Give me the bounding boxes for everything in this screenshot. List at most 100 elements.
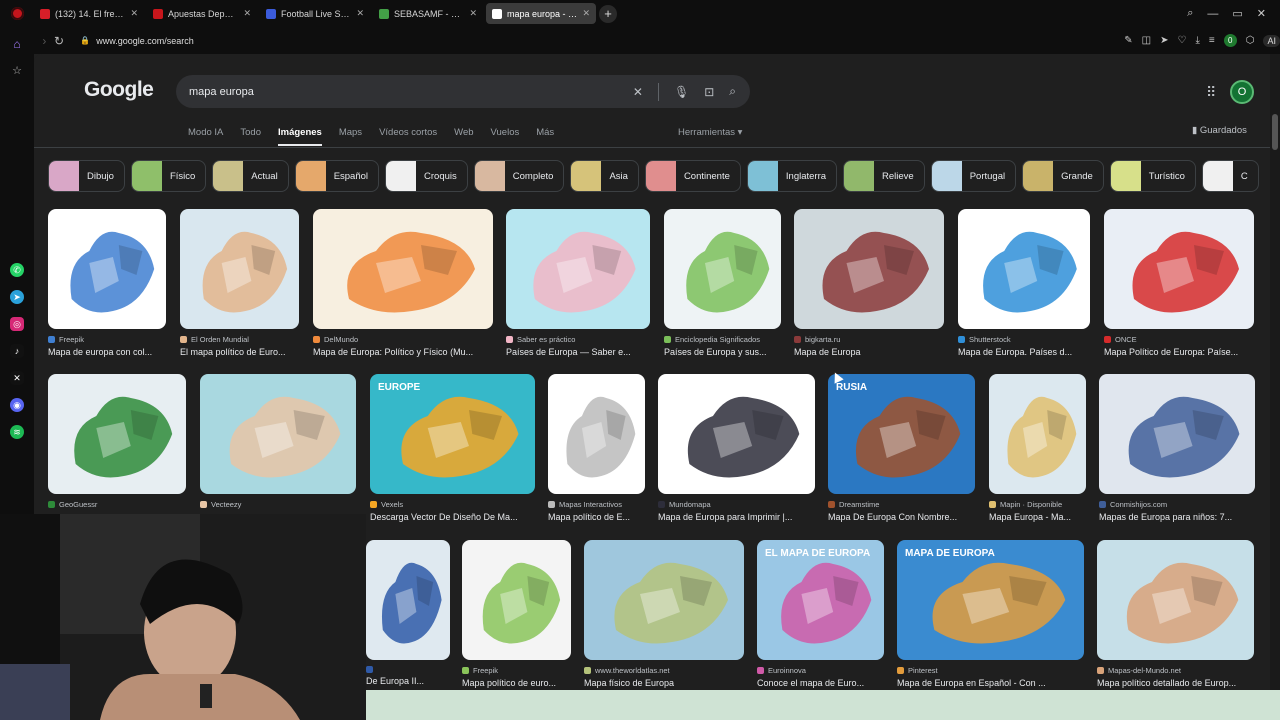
send-icon[interactable]: ➤ [1160, 35, 1168, 46]
image-result[interactable]: Mapin · Disponible Mapa Europa - Ma... [989, 374, 1086, 522]
star-icon[interactable]: ☆ [10, 63, 24, 77]
tiktok-icon[interactable]: ♪ [10, 344, 24, 358]
nav-tab[interactable]: Modo IA [188, 127, 223, 144]
result-source[interactable]: Freepik [48, 335, 166, 344]
close-window-icon[interactable]: ✕ [1257, 7, 1266, 20]
heart-icon[interactable]: ♡ [1178, 35, 1187, 46]
result-thumbnail[interactable] [584, 540, 744, 660]
image-result[interactable]: MAPA DE EUROPA Pinterest Mapa de Europa … [897, 540, 1084, 688]
image-result[interactable]: Mapas Interactivos Mapa político de E... [548, 374, 645, 522]
image-result[interactable]: www.theworldatlas.net Mapa físico de Eur… [584, 540, 744, 688]
refine-chip[interactable]: Español [294, 160, 380, 192]
x-icon[interactable]: ✕ [10, 371, 24, 385]
result-title[interactable]: Mapa Europa - Ma... [989, 512, 1086, 522]
menu-icon[interactable]: ≡ [1209, 35, 1215, 46]
new-tab-button[interactable]: + [599, 4, 617, 23]
browser-tab[interactable]: Football Live Scores, Fixtu ✕ [260, 3, 370, 24]
google-logo[interactable]: Google [84, 78, 154, 102]
ai-button[interactable]: AI [1263, 34, 1280, 47]
saved-button[interactable]: ▮ Guardados [1192, 125, 1247, 136]
result-title[interactable]: Mapa de europa con col... [48, 347, 166, 357]
result-thumbnail[interactable] [548, 374, 645, 494]
result-thumbnail[interactable]: EL MAPA DE EUROPA [757, 540, 884, 660]
result-thumbnail[interactable] [48, 374, 186, 494]
result-thumbnail[interactable] [1097, 540, 1254, 660]
image-result[interactable]: EUROPE MAP Freepik Mapa de europa con co… [48, 209, 166, 357]
refine-chip[interactable]: Portugal [930, 160, 1017, 192]
scroll-thumb[interactable] [1272, 114, 1278, 150]
refine-chip[interactable]: Inglaterra [746, 160, 838, 192]
telegram-icon[interactable]: ➤ [10, 290, 24, 304]
nav-tab[interactable]: Todo [240, 127, 261, 144]
result-thumbnail[interactable] [462, 540, 571, 660]
result-source[interactable]: www.theworldatlas.net [584, 666, 744, 675]
edit-icon[interactable]: ✎ [1124, 35, 1132, 46]
extensions-icon[interactable]: ⬡ [1246, 35, 1255, 46]
download-icon[interactable]: ⤓ [1195, 35, 1199, 46]
refine-chip[interactable]: Actual [212, 160, 289, 192]
refine-chip[interactable]: Dibujo [48, 160, 125, 192]
instagram-icon[interactable]: ◎ [10, 317, 24, 331]
result-source[interactable]: Saber es práctico [506, 335, 650, 344]
google-apps-icon[interactable]: ⠿ [1206, 84, 1216, 101]
nav-tab[interactable]: Vídeos cortos [379, 127, 437, 144]
result-title[interactable]: Países de Europa — Saber e... [506, 347, 650, 357]
result-thumbnail[interactable]: MAPA DE EUROPA [897, 540, 1084, 660]
result-source[interactable]: El Orden Mundial [180, 335, 299, 344]
search-icon[interactable]: ⌕ [729, 84, 736, 99]
nav-tab[interactable]: Imágenes [278, 127, 322, 146]
result-source[interactable]: bigkarta.ru [794, 335, 944, 344]
refine-chip[interactable]: C [1201, 160, 1259, 192]
tab-close-icon[interactable]: ✕ [130, 8, 138, 19]
home-icon[interactable]: ⌂ [10, 37, 24, 51]
voice-search-icon[interactable]: 🎙 [674, 85, 689, 99]
spotify-icon[interactable]: ≋ [10, 425, 24, 439]
discord-icon[interactable]: ◉ [10, 398, 24, 412]
result-source[interactable]: GeoGuessr [48, 500, 186, 509]
refine-chip[interactable]: Relieve [843, 160, 925, 192]
result-thumbnail[interactable] [1099, 374, 1255, 494]
nav-tab[interactable]: Vuelos [491, 127, 520, 144]
result-source[interactable]: Euroinnova [757, 666, 884, 675]
result-source[interactable]: Mapas-del-Mundo.net [1097, 666, 1254, 675]
search-box[interactable]: ✕ 🎙 ⊡ ⌕ [176, 75, 750, 108]
nav-tab[interactable]: Maps [339, 127, 362, 144]
image-result[interactable]: Freepik Mapa político de euro... [462, 540, 571, 688]
refine-chip[interactable]: Completo [473, 160, 565, 192]
lens-icon[interactable]: ⊡ [704, 85, 714, 99]
image-result[interactable]: Enciclopedia Significados Países de Euro… [664, 209, 781, 357]
result-title[interactable]: Mapa de Europa [794, 347, 944, 357]
result-thumbnail[interactable] [989, 374, 1086, 494]
result-title[interactable]: Mapa físico de Europa [584, 678, 744, 688]
image-result[interactable]: Shutterstock Mapa de Europa. Países d... [958, 209, 1090, 357]
result-title[interactable]: Mapa de Europa: Político y Físico (Mu... [313, 347, 493, 357]
browser-tab[interactable]: Apuestas Deportivas - Ca ✕ [147, 3, 257, 24]
image-result[interactable]: ONCE Mapa Político de Europa: Paíse... [1104, 209, 1254, 357]
image-result[interactable]: Vecteezy [200, 374, 356, 512]
result-source[interactable]: Dreamstime [828, 500, 975, 509]
browser-logo-icon[interactable] [0, 0, 34, 27]
maximize-icon[interactable]: ▭ [1232, 7, 1242, 20]
image-result[interactable]: EUROPE Vexels Descarga Vector De Diseño … [370, 374, 535, 522]
result-source[interactable] [366, 666, 450, 673]
image-result[interactable]: bigkarta.ru Mapa de Europa [794, 209, 944, 357]
result-title[interactable]: Mapa Político de Europa: Paíse... [1104, 347, 1254, 357]
refine-chip[interactable]: Turístico [1109, 160, 1196, 192]
result-thumbnail[interactable]: EUROPE MAP [48, 209, 166, 329]
result-source[interactable]: Mapin · Disponible [989, 500, 1086, 509]
result-source[interactable]: Pinterest [897, 666, 1084, 675]
result-source[interactable]: Mundomapa [658, 500, 815, 509]
result-source[interactable]: Vexels [370, 500, 535, 509]
image-result[interactable]: Mundomapa Mapa de Europa para Imprimir |… [658, 374, 815, 522]
nav-tab[interactable]: Más [536, 127, 554, 144]
tab-close-icon[interactable]: ✕ [469, 8, 477, 19]
tools-button[interactable]: Herramientas ▾ [678, 127, 742, 138]
result-source[interactable]: Mapas Interactivos [548, 500, 645, 509]
reload-icon[interactable]: ↻ [52, 34, 67, 48]
result-title[interactable]: Mapas de Europa para niños: 7... [1099, 512, 1255, 522]
image-result[interactable]: Mapas-del-Mundo.net Mapa político detall… [1097, 540, 1254, 688]
nav-tab[interactable]: Web [454, 127, 473, 144]
result-title[interactable]: Descarga Vector De Diseño De Ma... [370, 512, 535, 522]
result-title[interactable]: De Europa II... [366, 676, 450, 686]
result-source[interactable]: Conmishijos.com [1099, 500, 1255, 509]
